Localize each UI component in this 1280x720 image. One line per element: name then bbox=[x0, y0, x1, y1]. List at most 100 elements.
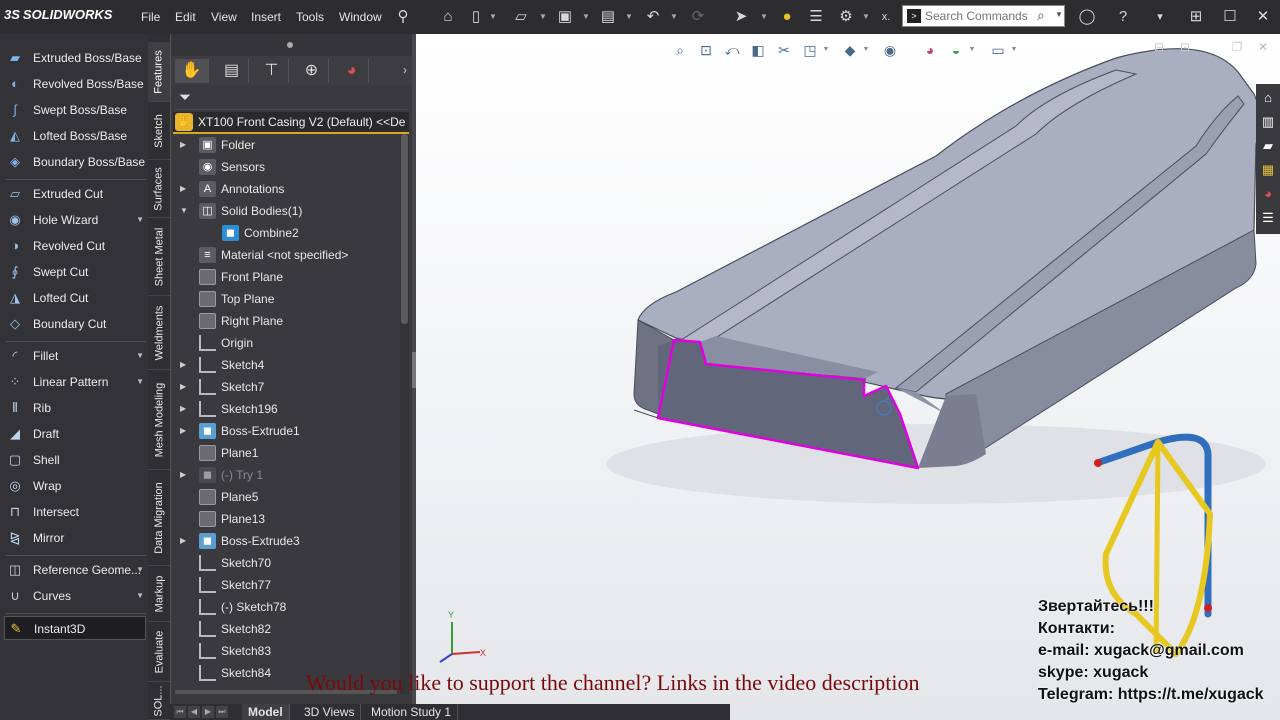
next-tab-icon[interactable]: ▶ bbox=[202, 706, 214, 718]
search-commands-box[interactable]: > ⌕ ▼ bbox=[902, 5, 1065, 27]
tab-data-migration[interactable]: Data Migration bbox=[148, 470, 170, 566]
save-dropdown-icon[interactable]: ▼ bbox=[582, 7, 590, 27]
menu-file[interactable]: File bbox=[141, 10, 160, 24]
viewport-tile-icon[interactable]: ❐ bbox=[1228, 40, 1246, 56]
view-settings-icon[interactable]: ▭ bbox=[988, 40, 1008, 60]
viewport-minimize-icon[interactable]: ⊟ bbox=[1150, 40, 1168, 56]
last-tab-icon[interactable]: ⏭ bbox=[216, 706, 228, 718]
cmd-linear-pattern[interactable]: ⁘ Linear Pattern ▼ bbox=[4, 370, 146, 394]
file-explorer-icon[interactable]: ▰ bbox=[1258, 136, 1278, 156]
expand-arrow-icon[interactable]: ▶ bbox=[180, 464, 186, 486]
tree-scrollbar[interactable] bbox=[400, 134, 409, 694]
zoom-to-area-icon[interactable]: ⊡ bbox=[696, 40, 716, 60]
tree-node-sketch4[interactable]: ▶ Sketch4 bbox=[171, 354, 399, 376]
user-account-icon[interactable]: ◯ bbox=[1077, 7, 1097, 27]
cmd-rib[interactable]: ⫴ Rib bbox=[4, 396, 146, 420]
section-view-icon[interactable]: ◧ bbox=[748, 40, 768, 60]
tab-sketch[interactable]: Sketch bbox=[148, 102, 170, 160]
hide-show-items-icon[interactable]: ◉ bbox=[880, 40, 900, 60]
rebuild-icon[interactable]: ⟳ bbox=[688, 7, 708, 27]
cmd-lofted-cut[interactable]: ◮ Lofted Cut bbox=[4, 286, 146, 310]
print-icon[interactable]: ▤ bbox=[598, 7, 618, 27]
tab-model[interactable]: Model bbox=[242, 704, 290, 720]
tab-sheet-metal[interactable]: Sheet Metal bbox=[148, 218, 170, 296]
tree-node-sketch77[interactable]: Sketch77 bbox=[171, 574, 399, 596]
viewport-close-icon[interactable]: ✕ bbox=[1254, 40, 1272, 56]
tab-motion-study-1[interactable]: Motion Study 1 bbox=[365, 704, 459, 720]
tile-window-icon[interactable]: ⊞ bbox=[1186, 7, 1206, 27]
appearances-icon[interactable]: ◕ bbox=[1258, 184, 1278, 204]
expand-arrow-icon[interactable]: ▶ bbox=[180, 376, 186, 398]
menu-window[interactable]: Window bbox=[339, 10, 382, 24]
tree-node-sketch78[interactable]: (-) Sketch78 bbox=[171, 596, 399, 618]
expand-arrow-icon[interactable]: ▶ bbox=[180, 134, 186, 156]
tree-node-sketch7[interactable]: ▶ Sketch7 bbox=[171, 376, 399, 398]
cmd-instant3d[interactable]: ✎ Instant3D bbox=[4, 616, 146, 640]
undo-dropdown-icon[interactable]: ▼ bbox=[670, 7, 678, 27]
tab-mesh-modeling[interactable]: Mesh Modeling bbox=[148, 370, 170, 470]
property-manager-tab-icon[interactable]: ▤ bbox=[215, 59, 249, 83]
expand-arrow-icon[interactable]: ▶ bbox=[180, 178, 186, 200]
chevron-down-icon[interactable]: ▼ bbox=[136, 558, 144, 582]
tree-node-boss-extrude1[interactable]: ▶ ◼ Boss-Extrude1 bbox=[171, 420, 399, 442]
tree-node-right-plane[interactable]: .Right Plane bbox=[171, 310, 399, 332]
tree-node-sketch83[interactable]: Sketch83 bbox=[171, 640, 399, 662]
zoom-to-fit-icon[interactable]: ⌕ bbox=[670, 40, 690, 60]
tree-node-plane1[interactable]: .Plane1 bbox=[171, 442, 399, 464]
view-settings-dropdown-icon[interactable]: ▼ bbox=[1010, 40, 1018, 60]
tree-filter[interactable]: ⏷ bbox=[175, 86, 407, 110]
cmd-reference-geometry[interactable]: ◫ Reference Geome... ▼ bbox=[4, 558, 146, 582]
display-style-icon[interactable]: ◆ bbox=[840, 40, 860, 60]
tree-node-boss-extrude3[interactable]: ▶ ◼ Boss-Extrude3 bbox=[171, 530, 399, 552]
previous-view-icon[interactable]: ⤺ bbox=[722, 40, 742, 60]
apply-scene-icon[interactable]: ◒ bbox=[946, 40, 966, 60]
viewport-restore-icon[interactable]: ⊡ bbox=[1176, 40, 1194, 56]
tree-node-plane13[interactable]: .Plane13 bbox=[171, 508, 399, 530]
chevron-down-icon[interactable]: ▼ bbox=[136, 370, 144, 394]
dimxpert-tab-icon[interactable]: ⊕ bbox=[295, 59, 329, 83]
help-dropdown-icon[interactable]: ▾ bbox=[1150, 7, 1170, 27]
scene-dropdown-icon[interactable]: ▼ bbox=[968, 40, 976, 60]
expand-arrow-icon[interactable]: ▶ bbox=[180, 530, 186, 552]
menu-insert[interactable]: Insert bbox=[251, 10, 281, 24]
tab-solidworks-addins[interactable]: SOL... bbox=[148, 682, 170, 720]
panel-grip-icon[interactable] bbox=[287, 42, 293, 48]
previous-tab-icon[interactable]: ◀ bbox=[188, 706, 200, 718]
save-icon[interactable]: ▣ bbox=[555, 7, 575, 27]
search-commands-input[interactable] bbox=[925, 8, 1035, 24]
chevron-down-icon[interactable]: ▼ bbox=[136, 344, 144, 368]
collapse-arrow-icon[interactable]: ▼ bbox=[180, 200, 188, 222]
feature-tree-tab-icon[interactable]: ✋ bbox=[175, 59, 209, 83]
cmd-extruded-boss-base[interactable]: ▰ Extruded Boss/Base bbox=[4, 46, 146, 70]
select-dropdown-icon[interactable]: ▼ bbox=[760, 7, 768, 27]
cmd-swept-cut[interactable]: ∮ Swept Cut bbox=[4, 260, 146, 284]
new-dropdown-icon[interactable]: ▼ bbox=[489, 7, 497, 27]
tree-node-solid-bodies[interactable]: ▼ ◫ Solid Bodies(1) bbox=[171, 200, 399, 222]
cmd-swept-boss-base[interactable]: ∫ Swept Boss/Base bbox=[4, 98, 146, 122]
home-icon[interactable]: ⌂ bbox=[438, 7, 458, 27]
tree-root-part[interactable]: ✋ XT100 Front Casing V2 (Default) <<De bbox=[173, 112, 409, 132]
cmd-boundary-cut[interactable]: ◇ Boundary Cut bbox=[4, 312, 146, 336]
first-tab-icon[interactable]: ⏮ bbox=[174, 706, 186, 718]
tab-weldments[interactable]: Weldments bbox=[148, 296, 170, 370]
tree-node-material[interactable]: ≡ Material <not specified> bbox=[171, 244, 399, 266]
print-dropdown-icon[interactable]: ▼ bbox=[625, 7, 633, 27]
dynamic-annotation-icon[interactable]: ✂ bbox=[774, 40, 794, 60]
tab-surfaces[interactable]: Surfaces bbox=[148, 160, 170, 218]
more-icon[interactable]: x. bbox=[876, 7, 896, 27]
undo-icon[interactable]: ↶ bbox=[643, 7, 663, 27]
cmd-draft[interactable]: ◢ Draft bbox=[4, 422, 146, 446]
search-icon[interactable]: ⌕ bbox=[1037, 7, 1045, 24]
open-icon[interactable]: ▱ bbox=[511, 7, 531, 27]
cmd-curves[interactable]: ∪ Curves ▼ bbox=[4, 584, 146, 608]
menu-edit[interactable]: Edit bbox=[175, 10, 196, 24]
help-icon[interactable]: ? bbox=[1113, 7, 1133, 27]
menu-view[interactable]: View bbox=[211, 10, 237, 24]
file-properties-icon[interactable]: ☰ bbox=[806, 7, 826, 27]
cmd-intersect[interactable]: ⊓ Intersect bbox=[4, 500, 146, 524]
open-dropdown-icon[interactable]: ▼ bbox=[539, 7, 547, 27]
expand-arrow-icon[interactable]: ▶ bbox=[180, 398, 186, 420]
traffic-light-icon[interactable]: ● bbox=[777, 7, 797, 27]
tree-node-sketch196[interactable]: ▶ Sketch196 bbox=[171, 398, 399, 420]
options-gear-icon[interactable]: ⚙ bbox=[836, 7, 856, 27]
